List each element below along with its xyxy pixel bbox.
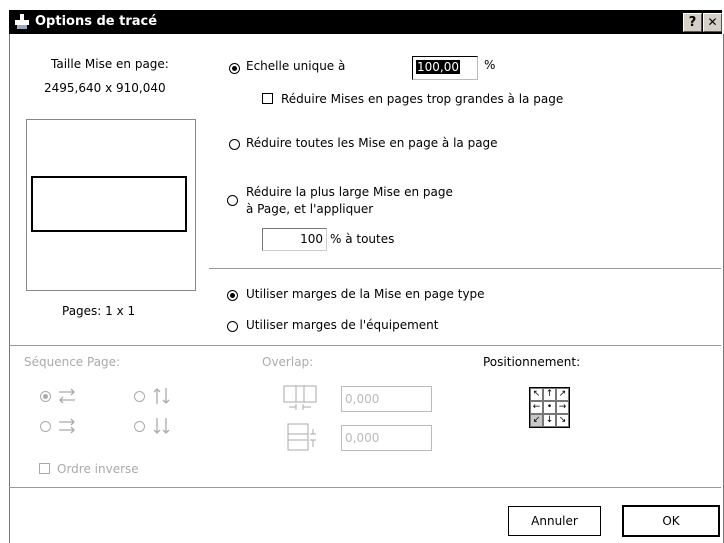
sequence-radio-2[interactable]: [134, 391, 145, 402]
reduce-all-label: Réduire toutes les Mise en page à la pag…: [246, 136, 498, 150]
apply-all-value: 100: [300, 232, 323, 246]
apply-all-suffix: % à toutes: [330, 232, 395, 246]
reduce-too-large-checkbox[interactable]: [262, 93, 273, 104]
overlap-horizontal-icon: [283, 385, 317, 410]
close-button[interactable]: ✕: [703, 13, 722, 32]
reduce-all-radio[interactable]: [229, 139, 240, 150]
title-bar: Options de tracé ? ✕: [9, 10, 722, 34]
plotter-icon: [15, 14, 29, 29]
sequence-radio-1[interactable]: [40, 391, 51, 402]
scale-unit: %: [484, 58, 496, 72]
overlap-horizontal-value: 0,000: [345, 392, 380, 406]
help-button[interactable]: ?: [683, 13, 702, 32]
position-top[interactable]: ↑: [543, 388, 556, 401]
ok-button[interactable]: OK: [622, 505, 720, 537]
arrows-vertical-alt-icon: [153, 418, 170, 434]
scale-value-field[interactable]: 100,00: [412, 56, 478, 80]
scale-unique-radio[interactable]: [229, 63, 240, 74]
reduce-largest-label-1: Réduire la plus large Mise en page: [246, 185, 453, 199]
sequence-radio-3[interactable]: [40, 421, 51, 432]
position-right[interactable]: →: [556, 401, 569, 414]
arrows-vertical-icon: [153, 388, 170, 404]
separator-scale: [209, 268, 721, 269]
positioning-grid: ↖ ↑ ↗ ← • → ↙ ↓ ↘: [529, 387, 570, 428]
position-bottom[interactable]: ↓: [543, 414, 556, 427]
pages-count-label: Pages: 1 x 1: [62, 304, 136, 318]
scale-unique-label: Echelle unique à: [246, 59, 346, 73]
cancel-button[interactable]: Annuler: [508, 506, 601, 536]
arrows-horizontal-icon: [59, 388, 75, 404]
window-title: Options de tracé: [35, 14, 158, 29]
position-top-left[interactable]: ↖: [530, 388, 543, 401]
position-center[interactable]: •: [543, 401, 556, 414]
layout-margins-label: Utiliser marges de la Mise en page type: [246, 287, 485, 301]
preview-layout-rect: [31, 176, 187, 232]
apply-all-field[interactable]: 100: [262, 228, 327, 251]
reduce-largest-radio[interactable]: [227, 195, 238, 206]
layout-size-value: 2495,640 x 910,040: [44, 81, 166, 95]
page-preview: [26, 119, 196, 291]
layout-margins-radio[interactable]: [227, 290, 238, 301]
reduce-largest-label-2: à Page, et l'appliquer: [246, 202, 374, 216]
sequence-title: Séquence Page:: [24, 355, 121, 369]
overlap-vertical-field[interactable]: 0,000: [341, 425, 432, 451]
overlap-vertical-value: 0,000: [345, 431, 380, 445]
separator-buttons: [9, 487, 721, 488]
overlap-title: Overlap:: [262, 355, 314, 369]
layout-size-label: Taille Mise en page:: [51, 57, 169, 71]
position-top-right[interactable]: ↗: [556, 388, 569, 401]
separator-main: [9, 345, 721, 346]
overlap-horizontal-field[interactable]: 0,000: [341, 386, 432, 412]
reverse-order-label: Ordre inverse: [57, 462, 139, 476]
arrows-horizontal-alt-icon: [59, 418, 75, 434]
positioning-title: Positionnement:: [483, 355, 581, 369]
sequence-radio-4[interactable]: [134, 421, 145, 432]
device-margins-label: Utiliser marges de l'équipement: [246, 318, 439, 332]
position-bottom-left[interactable]: ↙: [530, 414, 543, 427]
position-left[interactable]: ←: [530, 401, 543, 414]
device-margins-radio[interactable]: [227, 321, 238, 332]
overlap-vertical-icon: [287, 423, 316, 451]
reduce-too-large-label: Réduire Mises en pages trop grandes à la…: [281, 92, 564, 106]
reverse-order-checkbox[interactable]: [39, 463, 50, 474]
scale-value-text: 100,00: [416, 60, 460, 74]
position-bottom-right[interactable]: ↘: [556, 414, 569, 427]
